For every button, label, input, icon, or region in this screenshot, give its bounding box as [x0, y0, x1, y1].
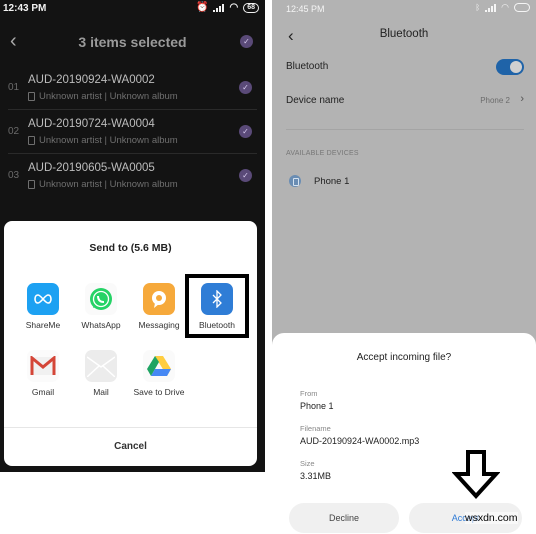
status-time: 12:43 PM [3, 3, 47, 14]
file-name: AUD-20190724-WA0004 [28, 118, 155, 130]
share-app-whatsapp[interactable]: WhatsApp [72, 283, 130, 330]
status-bar: 12:45 PM ᛒ ◠ [272, 0, 536, 18]
file-index: 03 [8, 170, 20, 181]
app-label: Messaging [138, 320, 180, 330]
left-phone-screen: 12:43 PM ⏰ ◠ 68 ‹ 3 items selected ✓ 01 … [0, 0, 265, 472]
page-title: 3 items selected [78, 34, 187, 50]
field-value: AUD-20190924-WA0002.mp3 [300, 436, 420, 446]
bluetooth-toggle-row[interactable]: Bluetooth [272, 53, 536, 83]
file-icon [28, 136, 35, 145]
app-label: Save to Drive [133, 387, 185, 397]
field-label: From [300, 389, 318, 398]
field-label: Size [300, 459, 315, 468]
alarm-icon: ⏰ [196, 2, 209, 13]
shareme-icon [27, 283, 59, 315]
selection-header: ‹ 3 items selected ✓ [0, 28, 265, 56]
available-devices-heading: AVAILABLE DEVICES [286, 150, 359, 157]
file-meta: Unknown artist | Unknown album [39, 179, 178, 190]
file-checkbox[interactable]: ✓ [239, 169, 252, 182]
app-label: Mail [93, 387, 109, 397]
wifi-icon: ◠ [501, 2, 509, 12]
file-checkbox[interactable]: ✓ [239, 81, 252, 94]
check-icon: ✓ [242, 171, 249, 180]
app-label: WhatsApp [81, 320, 121, 330]
page-title: Bluetooth [379, 28, 429, 40]
file-checkbox[interactable]: ✓ [239, 125, 252, 138]
arrow-down-icon [452, 450, 500, 499]
share-sheet: Send to (5.6 MB) ShareMe WhatsApp Messag… [4, 221, 257, 466]
file-name: AUD-20190924-WA0002 [28, 74, 155, 86]
bluetooth-icon: ᛒ [475, 3, 481, 12]
file-row[interactable]: 01 AUD-20190924-WA0002 Unknown artist | … [0, 66, 265, 110]
file-meta: Unknown artist | Unknown album [39, 91, 178, 102]
phone-icon [289, 175, 301, 187]
messaging-icon [143, 283, 175, 315]
field-label: Filename [300, 424, 331, 433]
bluetooth-toggle[interactable] [496, 59, 524, 75]
incoming-file-dialog: Accept incoming file? From Phone 1 Filen… [272, 333, 536, 534]
toggle-knob [510, 61, 522, 73]
check-icon: ✓ [242, 127, 249, 136]
file-index: 01 [8, 82, 20, 93]
chevron-right-icon: › [520, 93, 524, 105]
app-label: ShareMe [25, 320, 61, 330]
battery-icon: 68 [243, 2, 259, 13]
divider [286, 129, 524, 130]
device-item-phone-1[interactable]: Phone 1 [286, 173, 536, 191]
status-bar: 12:43 PM ⏰ ◠ 68 [0, 0, 265, 18]
dialog-title: Accept incoming file? [356, 352, 452, 363]
share-app-shareme[interactable]: ShareMe [14, 283, 72, 330]
battery-icon [514, 3, 530, 12]
file-meta: Unknown artist | Unknown album [39, 135, 178, 146]
field-value: Phone 1 [300, 401, 334, 411]
device-name-label: Device name [286, 95, 345, 106]
signal-icon [485, 3, 497, 12]
wifi-icon: ◠ [229, 2, 239, 13]
bluetooth-highlight-box [185, 274, 249, 338]
share-app-gmail[interactable]: Gmail [14, 350, 72, 397]
app-label: Gmail [31, 387, 55, 397]
file-row[interactable]: 02 AUD-20190724-WA0004 Unknown artist | … [0, 110, 265, 154]
file-icon [28, 180, 35, 189]
drive-icon [143, 350, 175, 382]
decline-button[interactable]: Decline [289, 503, 399, 533]
field-size: Size 3.31MB [300, 459, 331, 481]
check-icon: ✓ [243, 37, 250, 46]
check-icon: ✓ [242, 83, 249, 92]
share-sheet-title: Send to (5.6 MB) [89, 242, 172, 254]
select-all-checkbox[interactable]: ✓ [240, 35, 253, 48]
cancel-button[interactable]: Cancel [4, 427, 257, 466]
device-name-value: Phone 2 [480, 96, 510, 105]
field-value: 3.31MB [300, 471, 332, 481]
mail-icon [85, 350, 117, 382]
bluetooth-label: Bluetooth [286, 61, 329, 72]
file-name: AUD-20190605-WA0005 [28, 162, 155, 174]
share-app-mail[interactable]: Mail [72, 350, 130, 397]
field-filename: Filename AUD-20190924-WA0002.mp3 [300, 424, 419, 446]
device-name: Phone 1 [314, 176, 350, 187]
field-from: From Phone 1 [300, 389, 334, 411]
signal-icon [213, 3, 225, 12]
share-app-messaging[interactable]: Messaging [130, 283, 188, 330]
watermark: wsxdn.com [465, 512, 518, 524]
file-index: 02 [8, 126, 20, 137]
status-time: 12:45 PM [286, 4, 325, 14]
file-icon [28, 92, 35, 101]
whatsapp-icon [85, 283, 117, 315]
gmail-icon [27, 350, 59, 382]
device-name-row[interactable]: Device name Phone 2 › [272, 87, 536, 117]
share-app-save-to-drive[interactable]: Save to Drive [130, 350, 188, 397]
file-row[interactable]: 03 AUD-20190605-WA0005 Unknown artist | … [0, 154, 265, 198]
